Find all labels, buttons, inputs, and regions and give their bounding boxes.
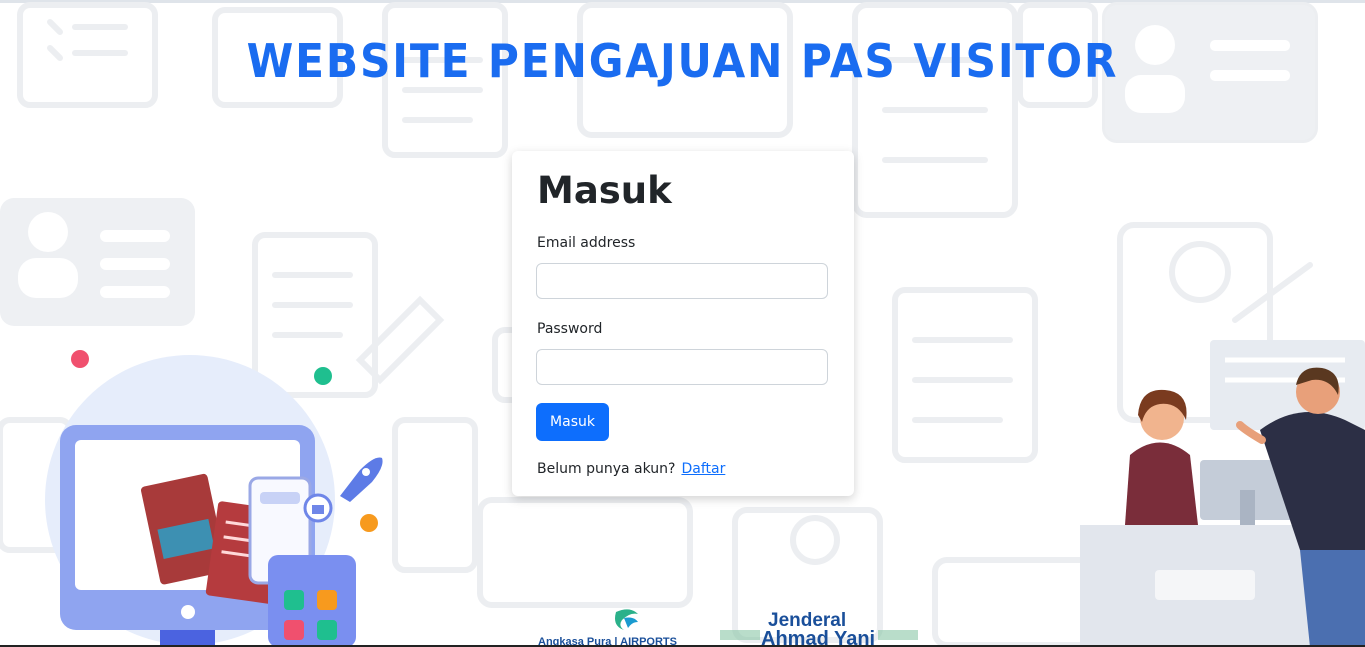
airport-name-line2: Ahmad Yani xyxy=(761,628,875,645)
receptionist-figure xyxy=(1125,442,1198,525)
signup-link[interactable]: Daftar xyxy=(681,461,725,477)
decor-dot-orange xyxy=(360,514,378,532)
footer-logos: Angkasa Pura | AIRPORTS Jenderal Ahmad Y… xyxy=(538,609,918,645)
email-label: Email address xyxy=(537,235,636,251)
login-submit-button[interactable]: Masuk xyxy=(536,403,609,441)
password-label: Password xyxy=(537,321,603,337)
operator-logo-text: Angkasa Pura | AIRPORTS xyxy=(538,636,677,645)
airport-logo: Jenderal Ahmad Yani xyxy=(720,610,918,645)
angkasa-pura-logo: Angkasa Pura | AIRPORTS xyxy=(538,609,677,645)
signup-prompt: Belum punya akun? xyxy=(537,461,676,477)
rocket-icon xyxy=(340,457,383,502)
login-card: Masuk Email address Password Masuk Belum… xyxy=(512,151,854,496)
login-title: Masuk xyxy=(537,169,672,212)
signup-row: Belum punya akun? Daftar xyxy=(537,461,725,477)
decor-dot-green xyxy=(314,367,332,385)
password-field[interactable] xyxy=(536,349,828,385)
email-field[interactable] xyxy=(536,263,828,299)
decor-dot-red xyxy=(71,350,89,368)
page-headline: WEBSITE PENGAJUAN PAS VISITOR xyxy=(246,34,1119,88)
